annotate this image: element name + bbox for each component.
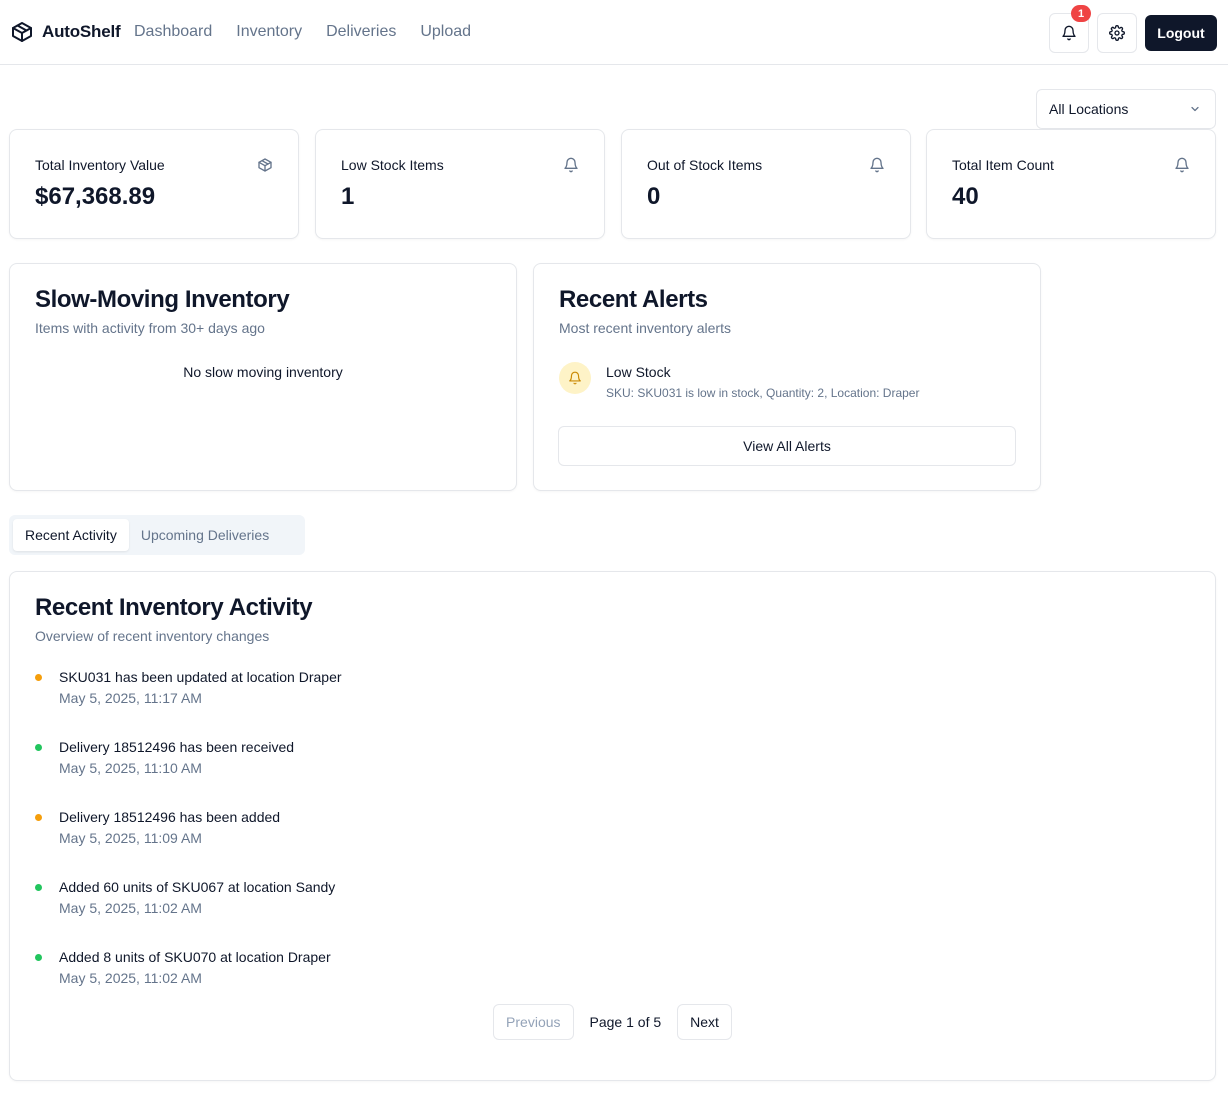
activity-timestamp: May 5, 2025, 11:02 AM	[59, 970, 202, 986]
status-dot	[35, 674, 42, 681]
gear-icon	[1109, 25, 1125, 41]
recent-alerts-panel: Recent Alerts Most recent inventory aler…	[533, 263, 1041, 491]
panel-title: Slow-Moving Inventory	[35, 286, 290, 313]
location-select[interactable]: All Locations	[1036, 89, 1216, 129]
status-dot	[35, 744, 42, 751]
settings-button[interactable]	[1097, 13, 1137, 53]
logout-button[interactable]: Logout	[1145, 15, 1217, 51]
panel-title: Recent Inventory Activity	[35, 594, 313, 621]
notification-badge: 1	[1071, 5, 1091, 22]
package-icon	[258, 158, 272, 172]
stat-value: 1	[341, 183, 355, 210]
activity-tabs: Recent Activity Upcoming Deliveries	[9, 515, 305, 555]
bell-icon	[569, 371, 581, 385]
stat-title: Total Item Count	[952, 157, 1054, 173]
recent-inventory-activity-panel: Recent Inventory Activity Overview of re…	[9, 571, 1216, 1081]
panel-subtitle: Most recent inventory alerts	[559, 320, 731, 336]
activity-item: SKU031 has been updated at location Drap…	[35, 669, 635, 739]
stat-card-out-of-stock-items: Out of Stock Items 0	[621, 129, 911, 239]
next-page-button[interactable]: Next	[677, 1004, 732, 1040]
activity-item: Delivery 18512496 has been received May …	[35, 739, 635, 809]
status-dot	[35, 814, 42, 821]
stat-card-total-item-count: Total Item Count 40	[926, 129, 1216, 239]
stat-title: Low Stock Items	[341, 157, 444, 173]
stat-title: Out of Stock Items	[647, 157, 763, 173]
alert-icon-circle	[559, 362, 591, 394]
stat-value: 0	[647, 183, 661, 210]
stat-card-low-stock-items: Low Stock Items 1	[315, 129, 605, 239]
top-nav-bar: AutoShelf Dashboard Inventory Deliveries…	[0, 0, 1228, 65]
previous-page-button[interactable]: Previous	[493, 1004, 574, 1040]
activity-list: SKU031 has been updated at location Drap…	[35, 669, 635, 1019]
bell-icon	[870, 157, 884, 173]
activity-item: Added 60 units of SKU067 at location San…	[35, 879, 635, 949]
activity-timestamp: May 5, 2025, 11:02 AM	[59, 900, 202, 916]
activity-timestamp: May 5, 2025, 11:09 AM	[59, 830, 202, 846]
bell-icon	[1062, 25, 1076, 41]
notifications-button[interactable]: 1	[1049, 5, 1091, 53]
activity-text: Added 60 units of SKU067 at location San…	[59, 879, 336, 895]
stat-value: 40	[952, 183, 979, 210]
alert-description: SKU: SKU031 is low in stock, Quantity: 2…	[606, 386, 920, 400]
nav-inventory[interactable]: Inventory	[236, 23, 302, 41]
activity-text: SKU031 has been updated at location Drap…	[59, 669, 342, 685]
stat-value: $67,368.89	[35, 183, 156, 210]
empty-state-text: No slow moving inventory	[183, 364, 343, 380]
pagination: Previous Page 1 of 5 Next	[10, 1004, 1215, 1040]
activity-timestamp: May 5, 2025, 11:17 AM	[59, 690, 202, 706]
alert-name: Low Stock	[606, 364, 671, 380]
chevron-down-icon	[1191, 106, 1199, 112]
tab-recent-activity[interactable]: Recent Activity	[13, 519, 129, 551]
activity-timestamp: May 5, 2025, 11:10 AM	[59, 760, 202, 776]
stat-title: Total Inventory Value	[35, 157, 165, 173]
main-nav: Dashboard Inventory Deliveries Upload	[134, 23, 471, 41]
status-dot	[35, 954, 42, 961]
status-dot	[35, 884, 42, 891]
activity-text: Delivery 18512496 has been received	[59, 739, 295, 755]
panel-subtitle: Items with activity from 30+ days ago	[35, 320, 265, 336]
view-all-alerts-button[interactable]: View All Alerts	[558, 426, 1016, 466]
bell-icon	[564, 157, 578, 173]
bell-icon	[1175, 157, 1189, 173]
package-logo-icon	[12, 22, 32, 42]
panel-title: Recent Alerts	[559, 286, 708, 313]
stat-card-total-inventory-value: Total Inventory Value $67,368.89	[9, 129, 299, 239]
nav-dashboard[interactable]: Dashboard	[134, 23, 212, 41]
page-indicator: Page 1 of 5	[589, 1014, 662, 1030]
tab-upcoming-deliveries[interactable]: Upcoming Deliveries	[129, 519, 281, 551]
brand-name: AutoShelf	[42, 22, 121, 41]
alert-item: Low Stock SKU: SKU031 is low in stock, Q…	[559, 362, 919, 400]
panel-subtitle: Overview of recent inventory changes	[35, 628, 270, 644]
activity-text: Delivery 18512496 has been added	[59, 809, 281, 825]
slow-moving-inventory-panel: Slow-Moving Inventory Items with activit…	[9, 263, 517, 491]
brand[interactable]: AutoShelf	[10, 20, 121, 44]
nav-deliveries[interactable]: Deliveries	[326, 23, 396, 41]
location-select-value: All Locations	[1049, 101, 1129, 117]
activity-item: Delivery 18512496 has been added May 5, …	[35, 809, 635, 879]
activity-text: Added 8 units of SKU070 at location Drap…	[59, 949, 331, 965]
nav-upload[interactable]: Upload	[420, 23, 471, 41]
